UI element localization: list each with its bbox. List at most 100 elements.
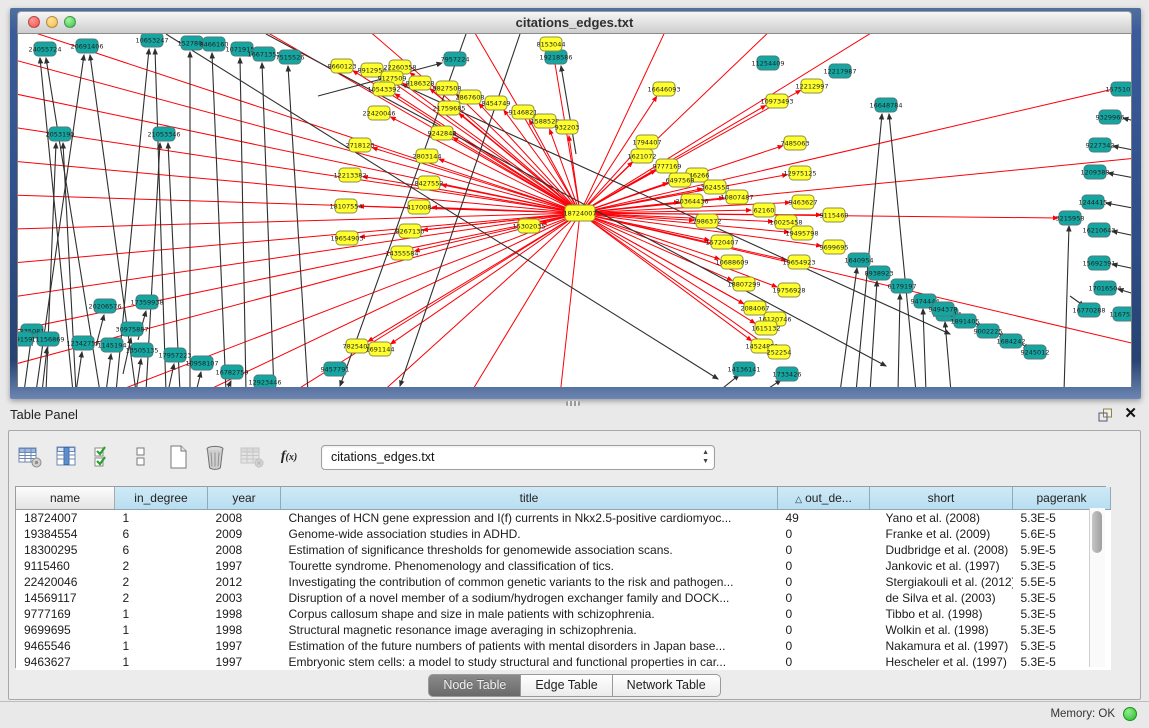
- table-row[interactable]: 977716911998Corpus callosum shape and si…: [16, 606, 1111, 622]
- network-svg[interactable]: 2405572420691406106532471527802846616010…: [18, 34, 1132, 387]
- graph-node[interactable]: 9115460: [820, 208, 849, 222]
- graph-node[interactable]: 6179197: [888, 279, 917, 293]
- graph-node[interactable]: 3624554: [701, 180, 730, 194]
- graph-node[interactable]: 9494378: [929, 302, 958, 316]
- graph-node[interactable]: 417008: [407, 200, 432, 214]
- graph-node[interactable]: 62160: [753, 203, 775, 217]
- graph-node[interactable]: 1244415: [1079, 195, 1108, 209]
- graph-node[interactable]: 19756928: [772, 283, 805, 297]
- graph-node[interactable]: 8153044: [537, 37, 566, 51]
- graph-node[interactable]: 15692391: [1082, 256, 1115, 270]
- table-row[interactable]: 2242004622012Investigating the contribut…: [16, 574, 1111, 590]
- graph-node[interactable]: 30975887: [115, 322, 148, 336]
- float-panel-icon[interactable]: [1098, 408, 1113, 422]
- graph-node[interactable]: 15751074: [1105, 82, 1132, 96]
- column-header-year[interactable]: year: [208, 487, 281, 510]
- column-header-name[interactable]: name: [16, 487, 115, 510]
- graph-node[interactable]: 2053190: [46, 127, 75, 141]
- close-panel-icon[interactable]: ✕: [1124, 406, 1137, 422]
- column-header-title[interactable]: title: [281, 487, 778, 510]
- graph-node[interactable]: 10653247: [135, 34, 168, 47]
- graph-node[interactable]: 11254409: [751, 56, 784, 70]
- table-row[interactable]: 1938455462009Genome-wide association stu…: [16, 526, 1111, 542]
- graph-node[interactable]: 12975125: [783, 166, 816, 180]
- graph-node[interactable]: 7957224: [441, 52, 470, 66]
- graph-node[interactable]: 9245012: [1021, 345, 1050, 359]
- graph-node[interactable]: 16782759: [215, 365, 248, 379]
- graph-node[interactable]: 8186328: [406, 76, 435, 90]
- graph-node[interactable]: 16210643: [1082, 223, 1115, 237]
- graph-node[interactable]: 16646093: [647, 82, 680, 96]
- column-visibility-icon[interactable]: [54, 444, 80, 470]
- graph-node[interactable]: 2803144: [413, 149, 442, 163]
- graph-node[interactable]: 2867608: [456, 90, 485, 104]
- graph-node[interactable]: 8454749: [482, 96, 511, 110]
- graph-node[interactable]: 252254: [767, 345, 792, 359]
- graph-node[interactable]: 12217987: [823, 64, 856, 78]
- graph-node[interactable]: 1691144: [366, 342, 395, 356]
- function-builder-icon[interactable]: f(x): [276, 444, 302, 470]
- table-row[interactable]: 1830029562008Estimation of significance …: [16, 542, 1111, 558]
- graph-node[interactable]: 9463627: [789, 195, 818, 209]
- graph-node[interactable]: 2718120: [346, 138, 375, 152]
- graph-node[interactable]: 6497568: [666, 173, 695, 187]
- column-header-out_de[interactable]: △out_de...: [778, 487, 870, 510]
- graph-node[interactable]: 932203: [555, 120, 580, 134]
- row-options-icon[interactable]: [128, 444, 154, 470]
- vertical-scrollbar[interactable]: [1089, 508, 1105, 667]
- graph-node[interactable]: 14136141: [727, 362, 760, 376]
- graph-node[interactable]: 7986372: [693, 214, 722, 228]
- graph-node[interactable]: 1209388: [1081, 165, 1110, 179]
- graph-node[interactable]: 10688609: [715, 255, 748, 269]
- graph-node[interactable]: 1640954: [845, 253, 874, 267]
- tab-node-table[interactable]: Node Table: [428, 674, 521, 697]
- graph-node[interactable]: 9777169: [653, 159, 682, 173]
- graph-node[interactable]: 1891405: [951, 314, 980, 328]
- graph-node[interactable]: 20206576: [88, 299, 121, 313]
- graph-node[interactable]: 9002225: [974, 324, 1003, 338]
- delete-column-trash-icon[interactable]: [202, 444, 228, 470]
- graph-node[interactable]: 21053346: [147, 127, 180, 141]
- graph-node[interactable]: 16770288: [1072, 303, 1105, 317]
- graph-node[interactable]: 3215958: [1056, 211, 1085, 225]
- graph-node[interactable]: 8267130: [396, 224, 425, 238]
- window-titlebar[interactable]: citations_edges.txt: [17, 11, 1132, 34]
- graph-node[interactable]: 18107554: [329, 199, 362, 213]
- graph-node[interactable]: 8660123: [328, 59, 357, 73]
- graph-node[interactable]: 1621072: [628, 149, 657, 163]
- graph-node[interactable]: 17016504: [1088, 281, 1121, 295]
- graph-node[interactable]: 1733426: [773, 367, 802, 381]
- table-row[interactable]: 1872400712008Changes of HCN gene express…: [16, 510, 1111, 527]
- graph-node[interactable]: 1794407: [633, 135, 662, 149]
- scrollbar-thumb[interactable]: [1092, 511, 1102, 553]
- graph-node[interactable]: 9699695: [820, 240, 849, 254]
- graph-node[interactable]: 8427552: [415, 176, 444, 190]
- column-header-in_degree[interactable]: in_degree: [115, 487, 208, 510]
- new-column-icon[interactable]: [165, 444, 191, 470]
- graph-node[interactable]: 8466160: [200, 37, 229, 51]
- delete-table-disabled-icon[interactable]: [239, 444, 265, 470]
- table-row[interactable]: 1456911722003Disruption of a novel membe…: [16, 590, 1111, 606]
- graph-node[interactable]: 20364436: [675, 194, 708, 208]
- graph-node[interactable]: 12342757: [66, 336, 99, 350]
- table-select-dropdown[interactable]: citations_edges.txt ▲▼: [321, 445, 715, 470]
- graph-node[interactable]: 22420046: [362, 106, 395, 120]
- graph-node[interactable]: 9242848: [428, 126, 457, 140]
- graph-node[interactable]: 1167533: [1110, 307, 1132, 321]
- graph-node[interactable]: 9227342: [1086, 138, 1115, 152]
- graph-node[interactable]: 9329966: [1096, 110, 1125, 124]
- memory-status-indicator-icon[interactable]: [1123, 707, 1137, 721]
- table-row[interactable]: 911546021997Tourette syndrome. Phenomeno…: [16, 558, 1111, 574]
- graph-node[interactable]: 20691406: [70, 39, 103, 53]
- network-canvas[interactable]: 2405572420691406106532471527802846616010…: [17, 34, 1132, 387]
- graph-node[interactable]: 7485063: [781, 136, 810, 150]
- graph-node[interactable]: 1615132: [752, 321, 781, 335]
- select-columns-icon[interactable]: [91, 444, 117, 470]
- graph-node[interactable]: 16648784: [869, 98, 902, 112]
- tab-edge-table[interactable]: Edge Table: [521, 674, 612, 697]
- table-mode-icon[interactable]: [17, 444, 43, 470]
- graph-node[interactable]: 17359938: [130, 295, 163, 309]
- table-row[interactable]: 946362711997Embryonic stem cells: a mode…: [16, 654, 1111, 670]
- graph-node[interactable]: 19654903: [330, 231, 363, 245]
- graph-node-hub[interactable]: 18724007: [563, 205, 596, 221]
